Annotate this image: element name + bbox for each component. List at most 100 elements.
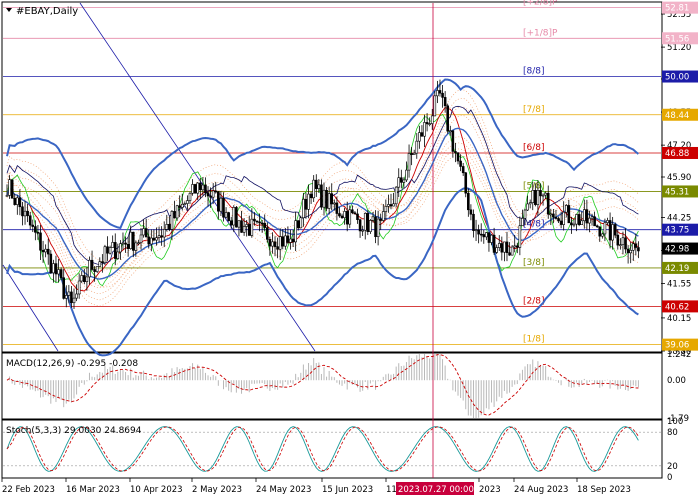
candle-body bbox=[526, 203, 529, 211]
candle-body bbox=[291, 238, 295, 243]
dropdown-triangle-icon[interactable] bbox=[6, 8, 12, 12]
candle-body bbox=[113, 242, 117, 259]
candle-body bbox=[281, 236, 285, 247]
candle-body bbox=[534, 189, 537, 205]
candle-body bbox=[247, 224, 251, 236]
candle-body bbox=[80, 275, 84, 282]
murrey-level-label: [8/8] bbox=[523, 67, 545, 77]
price-axis-label: 41.55 bbox=[667, 280, 691, 290]
candle-body bbox=[188, 192, 192, 201]
candle-body bbox=[165, 224, 169, 230]
candle-body bbox=[253, 218, 256, 222]
candle-body bbox=[186, 200, 189, 204]
candle-body bbox=[170, 211, 174, 230]
candle-body bbox=[31, 224, 35, 227]
stoch-axis-label: 20 bbox=[667, 462, 678, 472]
level-price-tag-text: 43.75 bbox=[665, 226, 689, 236]
candle-body bbox=[613, 224, 617, 236]
candle-body bbox=[392, 203, 395, 207]
candle-body bbox=[469, 209, 473, 215]
candle-body bbox=[451, 130, 455, 152]
candle-body bbox=[235, 207, 238, 228]
candle-body bbox=[356, 213, 359, 220]
level-price-tag-text: 42.19 bbox=[665, 264, 689, 274]
candle-body bbox=[8, 179, 11, 196]
candle-body bbox=[546, 192, 550, 215]
candle-body bbox=[21, 206, 24, 217]
candle-body bbox=[219, 197, 223, 212]
time-axis-label: 11 bbox=[386, 485, 397, 495]
candle-body bbox=[441, 92, 444, 98]
candle-body bbox=[624, 237, 627, 250]
candle-body bbox=[173, 211, 176, 219]
main-chart-layer: [+2/8]P[+1/8]P[8/8][7/8][6/8][5/8][4/8][… bbox=[2, 0, 661, 478]
candle-body bbox=[405, 169, 408, 181]
candle-body bbox=[508, 252, 511, 256]
candle-body bbox=[477, 229, 480, 235]
candle-body bbox=[204, 184, 207, 194]
candle-body bbox=[482, 234, 486, 238]
candle-body bbox=[608, 220, 612, 241]
candle-body bbox=[515, 245, 519, 248]
candle-body bbox=[126, 243, 130, 249]
candle-body bbox=[369, 220, 372, 233]
candle-body bbox=[144, 228, 148, 238]
candle-body bbox=[93, 269, 96, 272]
stoch-axis-label: 80 bbox=[667, 428, 678, 438]
candle-body bbox=[5, 195, 9, 197]
candle-body bbox=[296, 220, 300, 229]
candle-body bbox=[160, 235, 163, 238]
candle-body bbox=[201, 184, 205, 191]
candle-body bbox=[67, 291, 71, 296]
candle-body bbox=[134, 242, 138, 251]
candle-body bbox=[474, 229, 478, 232]
candle-body bbox=[423, 122, 426, 137]
candle-body bbox=[418, 132, 421, 142]
candle-body bbox=[52, 263, 55, 274]
ichimoku-cloud-line bbox=[6, 154, 639, 307]
candle-body bbox=[394, 186, 398, 205]
candle-body bbox=[562, 211, 565, 225]
candle-body bbox=[90, 259, 94, 270]
candle-body bbox=[461, 166, 465, 174]
candle-body bbox=[387, 204, 390, 207]
candle-body bbox=[237, 220, 241, 228]
candle-body bbox=[536, 190, 540, 205]
time-axis-label: 16 Mar 2023 bbox=[66, 485, 120, 495]
candle-body bbox=[116, 251, 120, 259]
candle-body bbox=[425, 122, 429, 125]
candle-body bbox=[62, 277, 65, 299]
candle-body bbox=[16, 197, 19, 205]
time-axis-label: 2023 bbox=[479, 485, 501, 495]
candle-body bbox=[13, 197, 17, 205]
candle-body bbox=[124, 242, 127, 245]
candle-body bbox=[541, 194, 545, 197]
main-panel-frame bbox=[1, 1, 663, 353]
candle-body bbox=[180, 203, 184, 208]
candle-body bbox=[454, 151, 457, 154]
candle-body bbox=[510, 246, 514, 256]
candle-body bbox=[552, 213, 555, 218]
candle-body bbox=[374, 216, 377, 238]
candle-body bbox=[376, 218, 380, 238]
candle-body bbox=[206, 192, 210, 197]
candle-body bbox=[410, 153, 413, 155]
candle-body bbox=[495, 247, 498, 253]
candle-body bbox=[549, 213, 553, 216]
trend-channel-line bbox=[2, 264, 59, 352]
ichimoku-cloud-line bbox=[6, 89, 639, 262]
candle-body bbox=[28, 215, 32, 226]
candle-body bbox=[400, 177, 403, 183]
candle-body bbox=[191, 184, 194, 194]
time-axis-label: 22 Feb 2023 bbox=[2, 485, 55, 495]
candle-body bbox=[472, 213, 475, 231]
level-price-tag-text: 46.88 bbox=[665, 149, 689, 159]
candle-body bbox=[232, 207, 236, 226]
candle-body bbox=[64, 295, 68, 299]
candle-body bbox=[459, 160, 462, 167]
chart-canvas[interactable]: [+2/8]P[+1/8]P[8/8][7/8][6/8][5/8][4/8][… bbox=[0, 0, 700, 500]
candle-body bbox=[389, 204, 393, 207]
candle-body bbox=[250, 218, 254, 236]
candle-body bbox=[44, 248, 47, 253]
chart-window[interactable]: [+2/8]P [+1/8]P [8/8] [7/8] [6/8] [5/8] [4/8][… bbox=[0, 0, 700, 500]
